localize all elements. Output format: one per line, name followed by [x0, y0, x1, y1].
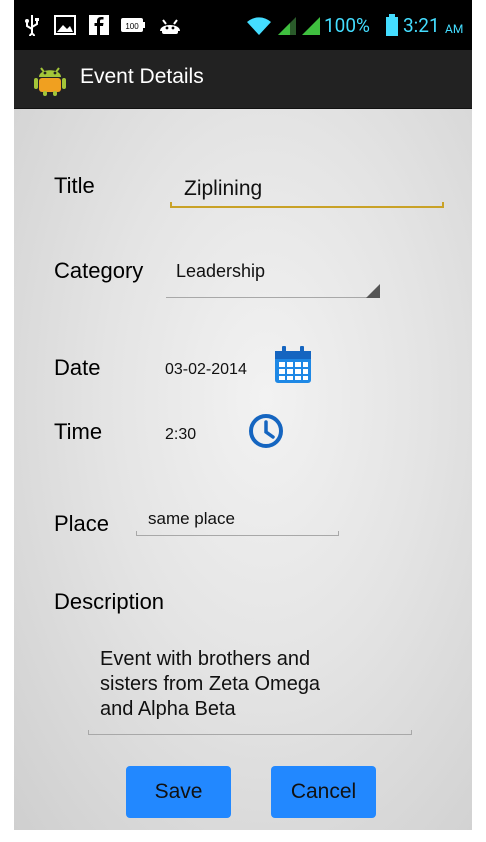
- signal-icon-2: [300, 14, 322, 36]
- android-bug-icon: [158, 14, 182, 36]
- place-underline-tick-left: [136, 531, 137, 536]
- description-text: Event with brothers and sisters from Zet…: [100, 647, 320, 722]
- description-input[interactable]: Event with brothers and sisters from Zet…: [88, 645, 412, 737]
- spinner-triangle-icon: [366, 283, 380, 298]
- category-underline: [166, 297, 380, 298]
- cancel-button[interactable]: Cancel: [271, 766, 376, 818]
- wifi-icon: [246, 14, 272, 36]
- category-label: Category: [54, 258, 144, 283]
- category-value: Leadership: [176, 261, 266, 281]
- description-underline-tick-right: [411, 730, 412, 735]
- description-line: and Alpha Beta: [100, 698, 236, 720]
- place-label: Place: [54, 511, 110, 536]
- gallery-icon: [54, 14, 76, 36]
- badge-text: 100: [125, 22, 139, 31]
- place-underline-tick-right: [338, 531, 339, 536]
- signal-icon-1: [276, 14, 298, 36]
- android-app-icon[interactable]: [34, 62, 66, 96]
- clock-icon[interactable]: [247, 412, 285, 450]
- title-value: Ziplining: [184, 177, 263, 200]
- title-underline: [170, 206, 444, 208]
- battery-badge-icon: 100: [120, 14, 146, 36]
- usb-icon: [22, 14, 42, 36]
- clock-time: 3:21: [403, 13, 440, 37]
- status-bar: 100 100% 3:21 AM: [14, 0, 472, 50]
- time-value: 2:30: [165, 426, 197, 443]
- date-value: 03-02-2014: [165, 361, 247, 378]
- save-button[interactable]: Save: [126, 766, 231, 818]
- page-title: Event Details: [80, 65, 204, 88]
- description-label: Description: [54, 589, 165, 614]
- description-underline-tick-left: [88, 730, 89, 735]
- date-label: Date: [54, 355, 101, 380]
- battery-percent: 100%: [324, 13, 370, 37]
- battery-icon: [386, 14, 398, 36]
- title-input[interactable]: Ziplining: [168, 168, 444, 208]
- category-spinner[interactable]: Leadership: [166, 252, 380, 298]
- title-underline-tick-left: [170, 202, 172, 208]
- place-underline: [136, 535, 339, 536]
- time-label: Time: [54, 419, 103, 444]
- title-underline-tick-right: [442, 202, 444, 208]
- action-bar: Event Details: [14, 50, 472, 109]
- clock-ampm: AM: [445, 22, 464, 36]
- facebook-icon: [88, 14, 110, 36]
- description-line: sisters from Zeta Omega: [100, 673, 321, 695]
- place-value: same place: [148, 509, 235, 528]
- title-label: Title: [54, 173, 95, 198]
- description-line: Event with brothers and: [100, 648, 311, 670]
- place-input[interactable]: same place: [136, 504, 339, 536]
- description-underline: [88, 734, 412, 735]
- calendar-icon[interactable]: [272, 343, 314, 385]
- app-screen: 100 100% 3:21 AM Event Details Title Zip…: [14, 0, 472, 830]
